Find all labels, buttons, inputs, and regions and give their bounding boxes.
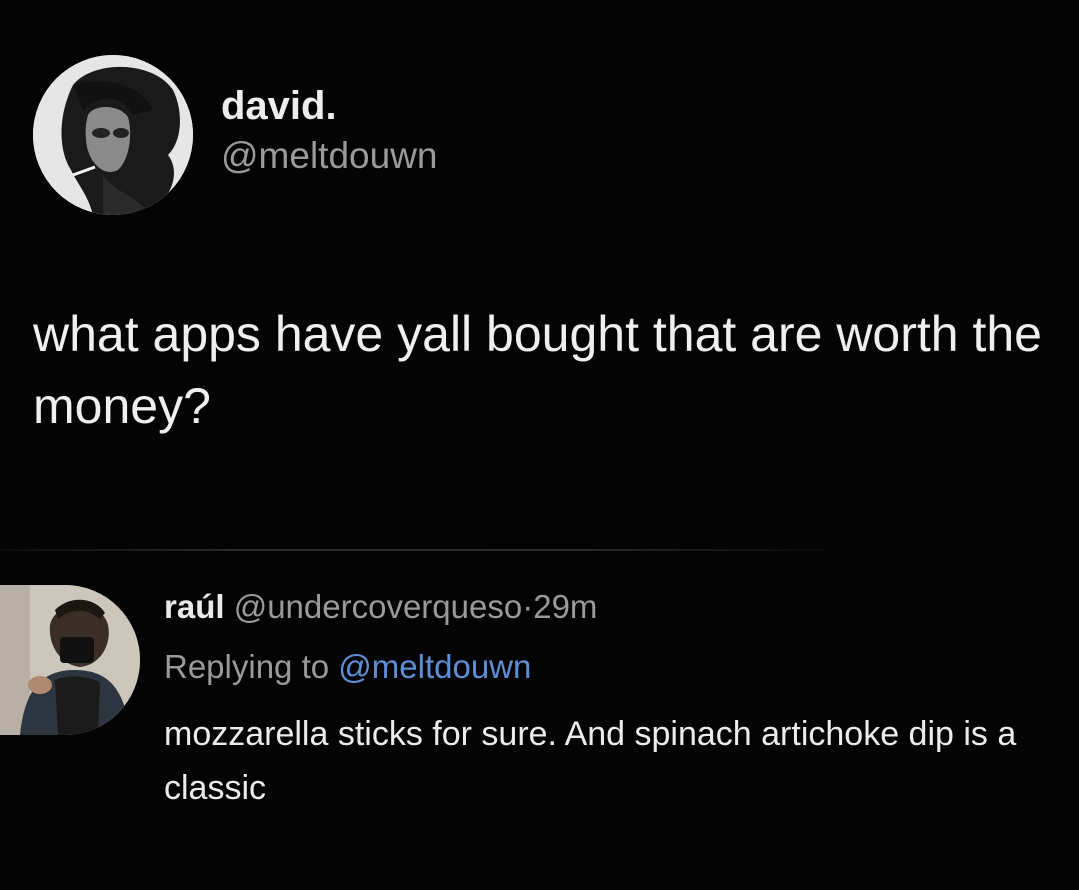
replying-to-line: Replying to @meltdouwn <box>164 645 1044 689</box>
reply-display-name[interactable]: raúl <box>164 588 225 625</box>
reply-text: mozzarella sticks for sure. And spinach … <box>164 715 1017 807</box>
replying-to-label: Replying to <box>164 648 330 685</box>
author-handle[interactable]: @meltdouwn <box>221 131 438 181</box>
author-info: david. @meltdouwn <box>221 81 438 181</box>
reply-avatar[interactable] <box>0 585 140 735</box>
tweet-text: what apps have yall bought that are wort… <box>33 306 1042 434</box>
reply-handle[interactable]: @undercoverqueso <box>234 588 523 625</box>
tweet-screenshot: david. @meltdouwn what apps have yall bo… <box>0 0 1079 890</box>
reply-timestamp[interactable]: 29m <box>533 588 597 625</box>
profile-photo <box>33 55 193 215</box>
avatar[interactable] <box>33 55 193 215</box>
meta-separator: · <box>522 588 534 625</box>
reply-profile-photo <box>0 585 140 735</box>
tweet-header: david. @meltdouwn <box>33 55 438 215</box>
author-display-name[interactable]: david. <box>221 81 438 131</box>
reply-meta: raúl @undercoverqueso·29m <box>164 585 1044 629</box>
reply-content: raúl @undercoverqueso·29m Replying to @m… <box>164 585 1044 815</box>
divider <box>0 549 830 551</box>
replying-to-mention[interactable]: @meltdouwn <box>338 648 531 685</box>
